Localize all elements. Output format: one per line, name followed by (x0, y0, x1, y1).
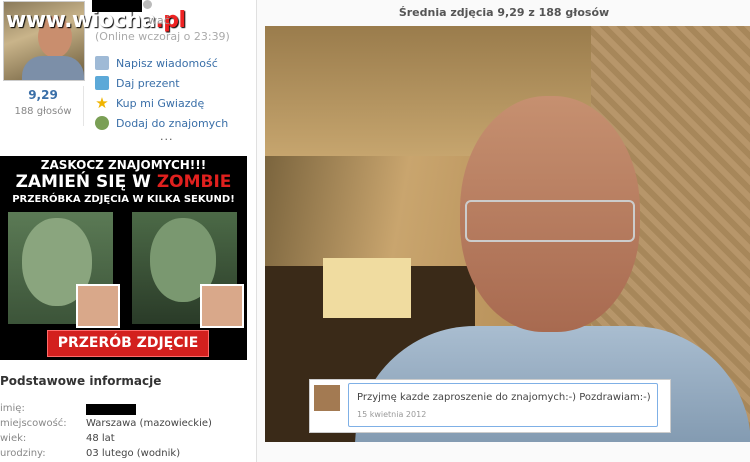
ad-headline: ZASKOCZ ZNAJOMYCH!!! (40, 158, 207, 172)
info-value-birthday: 03 lutego (wodnik) (86, 448, 181, 459)
info-value-age: 48 lat (86, 433, 115, 444)
ad-cta-button[interactable]: PRZERÓB ZDJĘCIE (47, 330, 209, 357)
basic-info-title: Podstawowe informacje (0, 374, 162, 388)
add-friend-icon (95, 116, 109, 130)
rating-value: 9,29 (28, 88, 58, 102)
send-message-link[interactable]: Napisz wiadomość (95, 53, 228, 73)
action-label: Dodaj do znajomych (116, 116, 229, 130)
photo-comment: Przyjmę kazde zaproszenie do znajomych:-… (309, 379, 671, 433)
commenter-avatar[interactable] (314, 385, 340, 411)
redacted-username (92, 0, 142, 12)
status-text: wać (148, 14, 170, 27)
rating-box: 9,29 188 głosów (3, 86, 84, 126)
info-label-name: imię: (0, 403, 25, 414)
info-label-birthday: urodziny: (0, 448, 46, 459)
original-photo-woman (76, 284, 120, 328)
status-dot-icon (143, 0, 152, 9)
info-label-age: wiek: (0, 433, 27, 444)
last-online: (Online wczoraj o 23:39) (95, 30, 230, 43)
comment-text: Przyjmę kazde zaproszenie do znajomych:-… (357, 392, 651, 403)
ad-subtitle: PRZERÓBKA ZDJĘCIA W KILKA SEKUND! (12, 194, 235, 205)
gift-icon (95, 76, 109, 90)
rating-votes: 188 głosów (14, 106, 72, 117)
info-value-city: Warszawa (mazowieckie) (86, 418, 212, 429)
ad-title-accent: ZOMBIE (156, 172, 232, 192)
action-label: Napisz wiadomość (116, 56, 218, 70)
photo-glasses (465, 200, 635, 242)
zombie-ad-banner[interactable]: ZASKOCZ ZNAJOMYCH!!! ZAMIEŃ SIĘ W ZOMBIE… (0, 156, 247, 360)
avatar-shirt (22, 56, 84, 80)
info-label-city: miejscowość: (0, 418, 67, 429)
photo-lamp (323, 258, 411, 318)
add-friend-link[interactable]: Dodaj do znajomych (95, 113, 228, 133)
ad-title-prefix: ZAMIEŃ SIĘ W (15, 172, 157, 192)
redacted-name (86, 404, 136, 415)
profile-actions: Napisz wiadomość Daj prezent ★ Kup mi Gwi… (95, 53, 228, 133)
comment-bubble: Przyjmę kazde zaproszenie do znajomych:-… (348, 383, 658, 427)
action-label: Kup mi Gwiazdę (116, 96, 205, 110)
mail-icon (95, 56, 109, 70)
give-gift-link[interactable]: Daj prezent (95, 73, 228, 93)
buy-star-link[interactable]: ★ Kup mi Gwiazdę (95, 93, 228, 113)
profile-sidebar: www.wiocha.pl wać (Online wczoraj o 23:3… (0, 0, 250, 462)
action-label: Daj prezent (116, 76, 180, 90)
original-photo-man (200, 284, 244, 328)
comment-date: 15 kwietnia 2012 (357, 410, 427, 419)
star-icon: ★ (95, 94, 109, 112)
photo-rating-title: Średnia zdjęcia 9,29 z 188 głosów (398, 6, 610, 19)
ad-title: ZAMIEŃ SIĘ W ZOMBIE (0, 172, 247, 192)
more-options[interactable]: ··· (160, 133, 174, 146)
